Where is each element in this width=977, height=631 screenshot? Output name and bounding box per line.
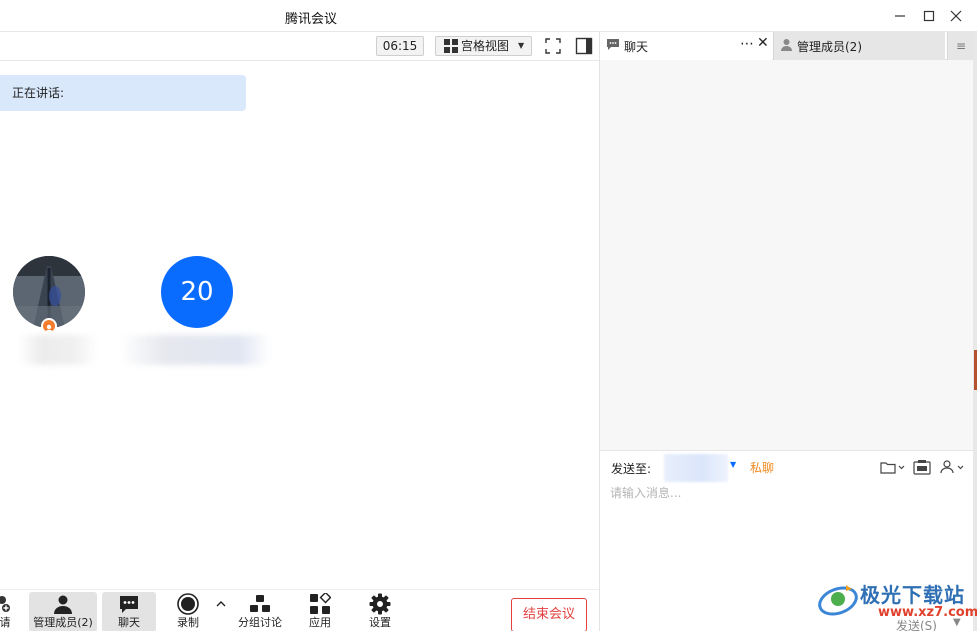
grid-icon	[444, 39, 458, 53]
members-icon	[52, 592, 74, 616]
watermark: 极光下载站 www.xz7.com	[816, 575, 977, 627]
send-to-label: 发送至:	[611, 462, 652, 476]
invite-icon	[0, 592, 14, 616]
record-label: 录制	[177, 616, 199, 629]
view-mode-label: 宫格视图	[461, 39, 510, 53]
user-settings-icon[interactable]	[940, 459, 968, 475]
record-options-button[interactable]	[214, 592, 228, 631]
chat-label: 聊天	[118, 616, 140, 629]
watermark-logo-icon	[818, 585, 858, 616]
tab-chat-label: 聊天	[624, 39, 649, 54]
tab-members[interactable]: 管理成员(2)	[773, 32, 945, 60]
file-icon[interactable]	[880, 459, 906, 475]
record-button[interactable]: 录制	[170, 592, 206, 631]
end-meeting-button[interactable]: 结束会议	[511, 598, 587, 631]
chevron-down-icon[interactable]: ▼	[730, 460, 736, 469]
host-icon	[41, 318, 57, 334]
edge-strip	[973, 32, 977, 631]
message-input[interactable]: 请输入消息...	[610, 484, 681, 501]
participant-name-blurred	[120, 335, 270, 365]
view-mode-button[interactable]: 宫格视图 ▼	[435, 36, 532, 56]
settings-icon	[369, 592, 391, 616]
manage-members-label: 管理成员(2)	[33, 616, 93, 629]
record-icon	[177, 592, 199, 616]
invite-button[interactable]: 请	[0, 592, 16, 631]
chat-messages-area	[600, 60, 974, 450]
breakout-button[interactable]: 分组讨论	[236, 592, 284, 631]
chevron-up-icon	[216, 592, 226, 616]
side-panel-tabs: 聊天 ⋯ ✕ 管理成员(2) ≡	[600, 32, 974, 60]
private-chat-label[interactable]: 私聊	[750, 459, 774, 476]
tab-members-label: 管理成员(2)	[797, 39, 862, 54]
chat-icon	[118, 592, 140, 616]
video-area: 正在讲话: 20	[0, 61, 599, 589]
window-title: 腾讯会议	[284, 12, 337, 27]
bottom-toolbar: 请 管理成员(2) 聊天 录制 分组讨论 应用 设置 结束会议	[0, 589, 599, 631]
speaking-indicator: 正在讲话:	[0, 75, 246, 111]
watermark-url: www.xz7.com	[878, 605, 977, 620]
apps-button[interactable]: 应用	[302, 592, 338, 631]
announcement-icon[interactable]	[913, 459, 931, 475]
title-bar: 腾讯会议	[0, 0, 977, 32]
settings-button[interactable]: 设置	[362, 592, 398, 631]
breakout-label: 分组讨论	[238, 616, 282, 629]
chat-icon	[606, 38, 620, 54]
app-window: 腾讯会议 06:15 宫格视图 ▼ 正在讲话: 20 请 管理成员(2) 聊天 …	[0, 0, 977, 631]
watermark-text: 极光下载站	[860, 583, 965, 607]
close-icon[interactable]	[946, 6, 966, 26]
chevron-down-icon: ▼	[518, 41, 525, 50]
tab-chat[interactable]: 聊天 ⋯ ✕	[600, 32, 772, 60]
minimize-icon[interactable]	[890, 6, 910, 26]
side-panel: 聊天 ⋯ ✕ 管理成员(2) ≡ 发送至: ▼ 私聊 请输入消息... 发送(S…	[599, 32, 974, 631]
menu-icon[interactable]: ≡	[947, 32, 974, 60]
close-icon[interactable]: ✕	[757, 35, 769, 51]
members-icon	[780, 38, 793, 54]
meeting-toolbar: 06:15 宫格视图 ▼	[0, 32, 599, 61]
recipient-select[interactable]	[664, 454, 728, 482]
meeting-timer: 06:15	[376, 36, 424, 56]
fullscreen-icon[interactable]	[544, 37, 562, 55]
manage-members-button[interactable]: 管理成员(2)	[29, 592, 97, 631]
sidebar-icon[interactable]	[575, 37, 593, 55]
participant-avatar-number[interactable]: 20	[161, 256, 233, 328]
more-icon[interactable]: ⋯	[740, 36, 754, 52]
chat-button[interactable]: 聊天	[102, 592, 156, 631]
participant-name-blurred	[18, 335, 98, 365]
invite-label: 请	[0, 616, 11, 629]
maximize-icon[interactable]	[919, 6, 939, 26]
apps-label: 应用	[309, 616, 331, 629]
settings-label: 设置	[369, 616, 391, 629]
apps-icon	[309, 592, 331, 616]
breakout-icon	[249, 592, 271, 616]
